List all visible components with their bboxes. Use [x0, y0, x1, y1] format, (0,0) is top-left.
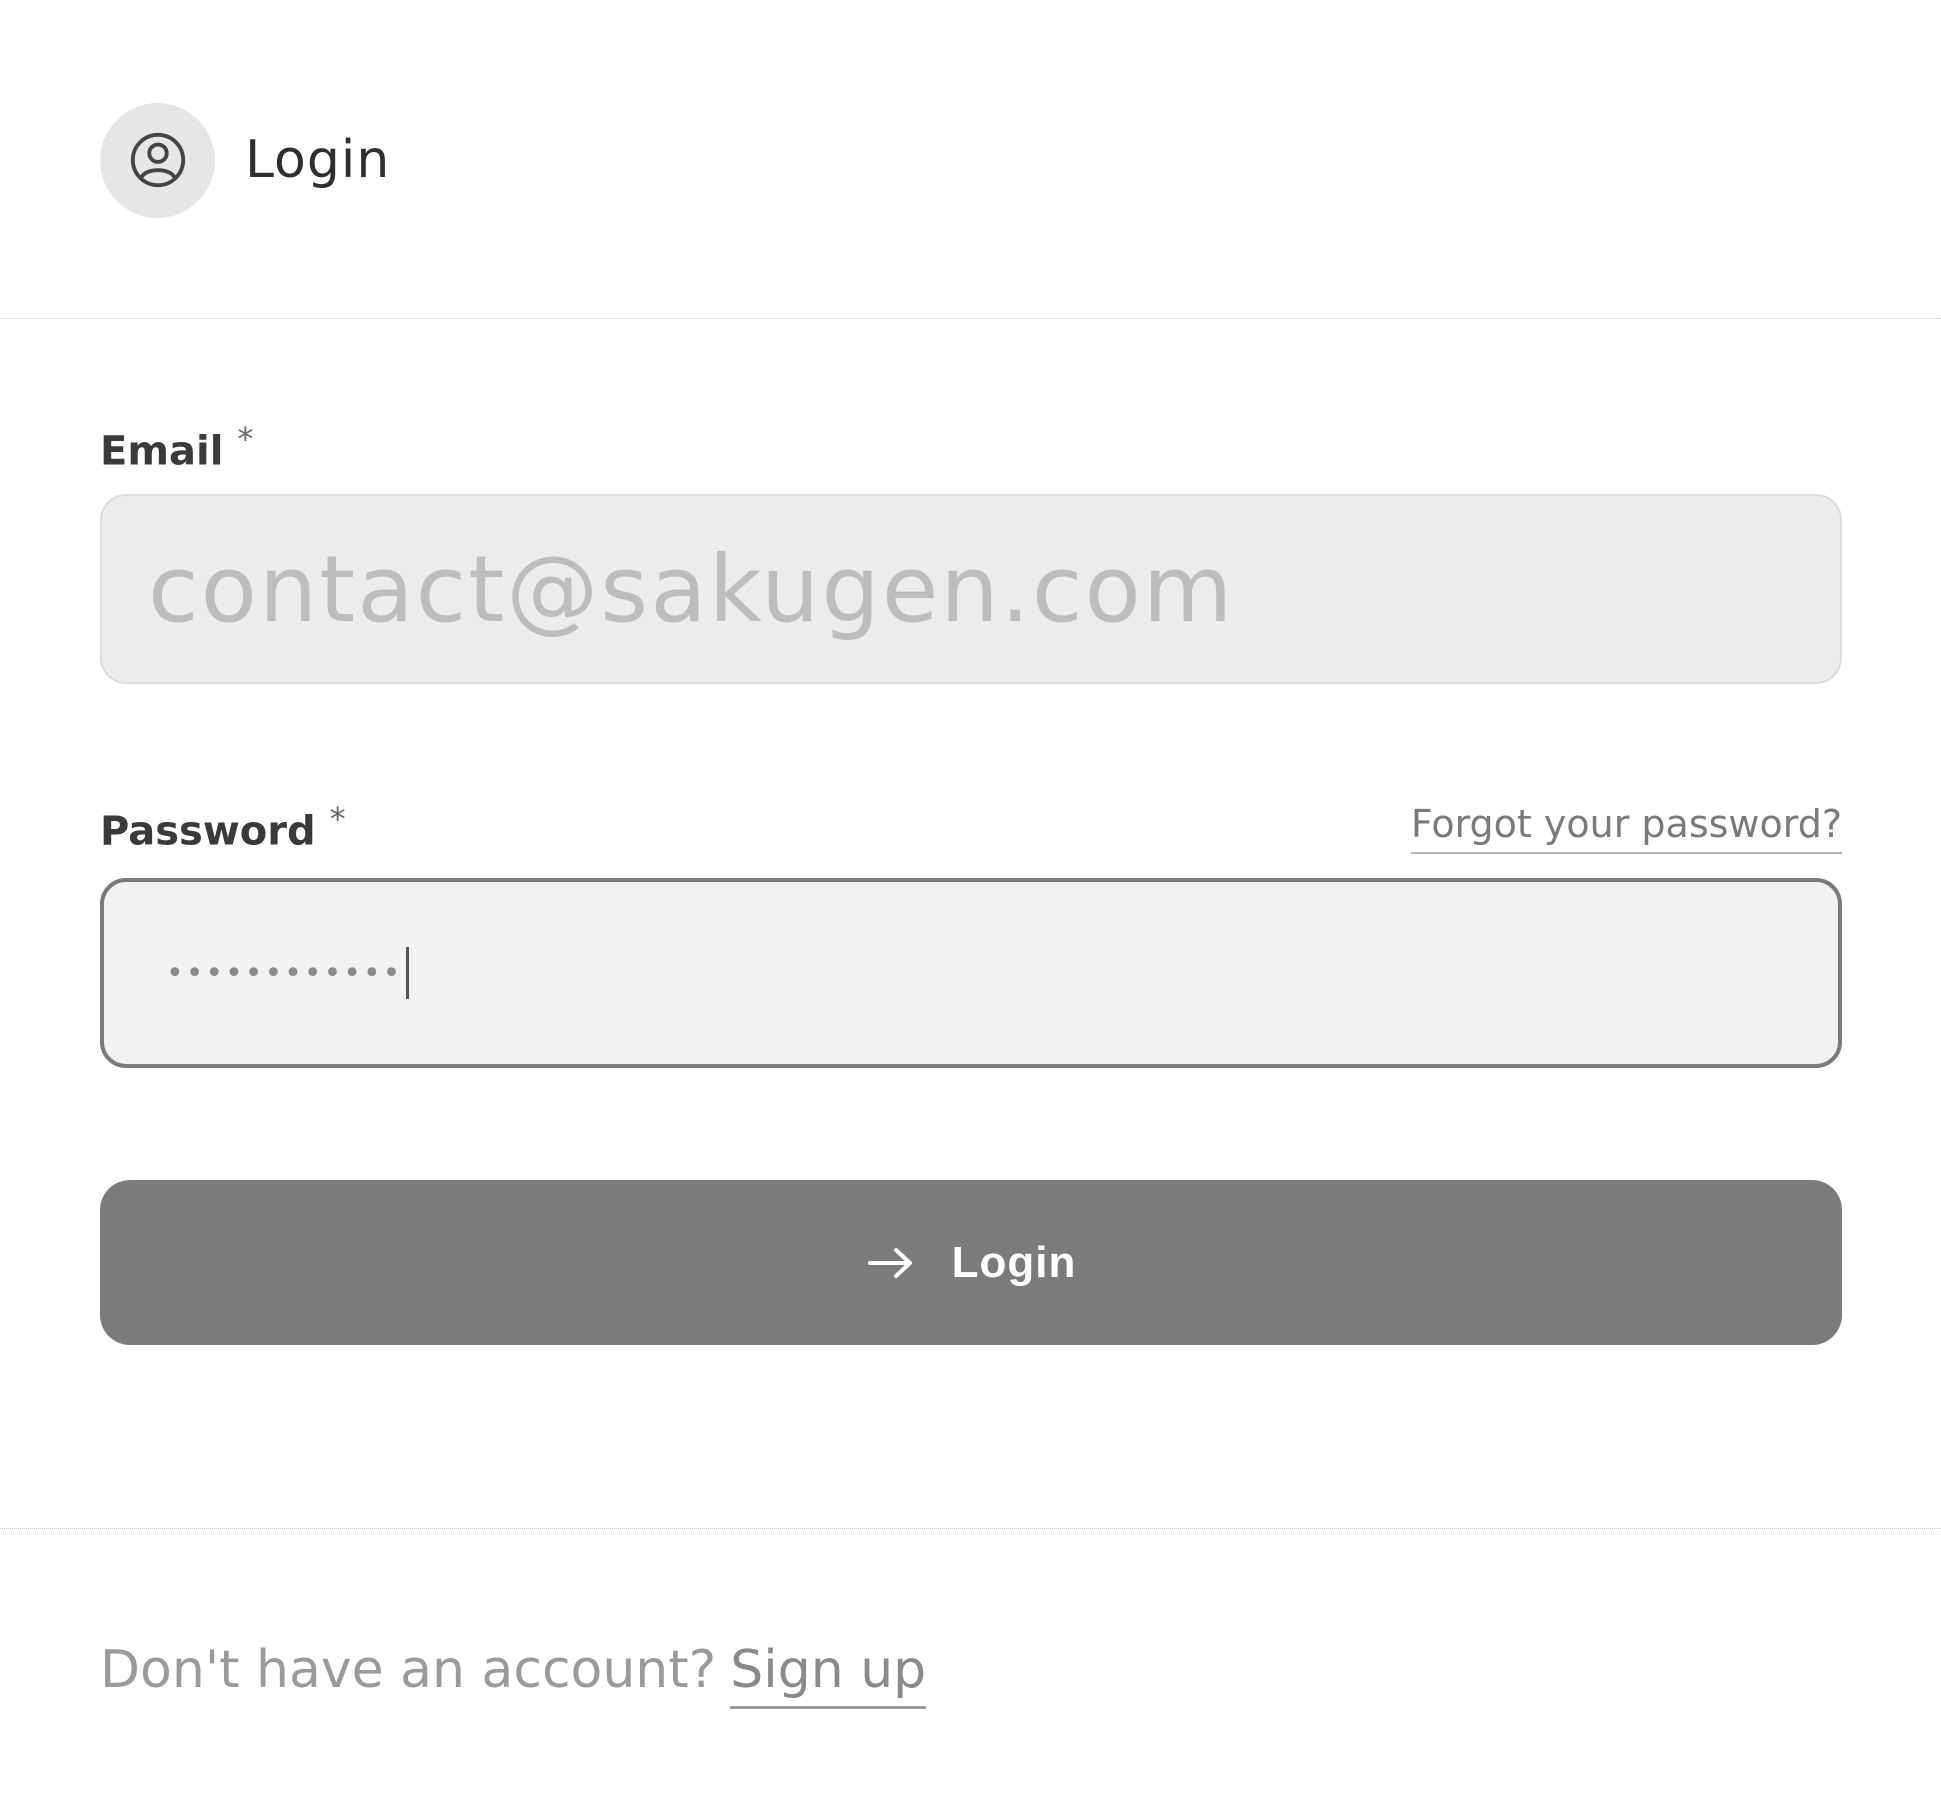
password-label: Password * [100, 800, 346, 854]
footer-divider [0, 1528, 1941, 1529]
page-title: Login [245, 130, 391, 190]
password-label-row: Password * Forgot your password? [100, 800, 1842, 855]
email-required-mark: * [237, 420, 254, 458]
email-label-text: Email [100, 428, 224, 475]
header-divider [0, 318, 1941, 319]
password-label-text: Password [100, 808, 316, 855]
forgot-password-link[interactable]: Forgot your password? [1410, 802, 1842, 855]
signup-prompt: Don't have an account? Sign up [100, 1640, 927, 1709]
user-circle-icon [100, 102, 215, 218]
text-caret [406, 947, 410, 999]
email-label-row: Email * [100, 420, 1842, 474]
signup-link[interactable]: Sign up [730, 1640, 927, 1709]
login-button-label: Login [951, 1237, 1077, 1287]
page-header: Login [100, 100, 390, 220]
password-field[interactable]: •••••••••••• [100, 878, 1842, 1068]
password-mask: •••••••••••• [166, 955, 403, 991]
email-label: Email * [100, 420, 253, 474]
password-value: •••••••••••• [166, 947, 410, 999]
arrow-right-icon [867, 1247, 912, 1278]
email-field[interactable]: contact@sakugen.com [100, 494, 1842, 684]
signup-prompt-text: Don't have an account? [100, 1640, 717, 1700]
email-value: contact@sakugen.com [148, 535, 1235, 643]
password-required-mark: * [329, 800, 346, 838]
login-button[interactable]: Login [100, 1180, 1842, 1345]
